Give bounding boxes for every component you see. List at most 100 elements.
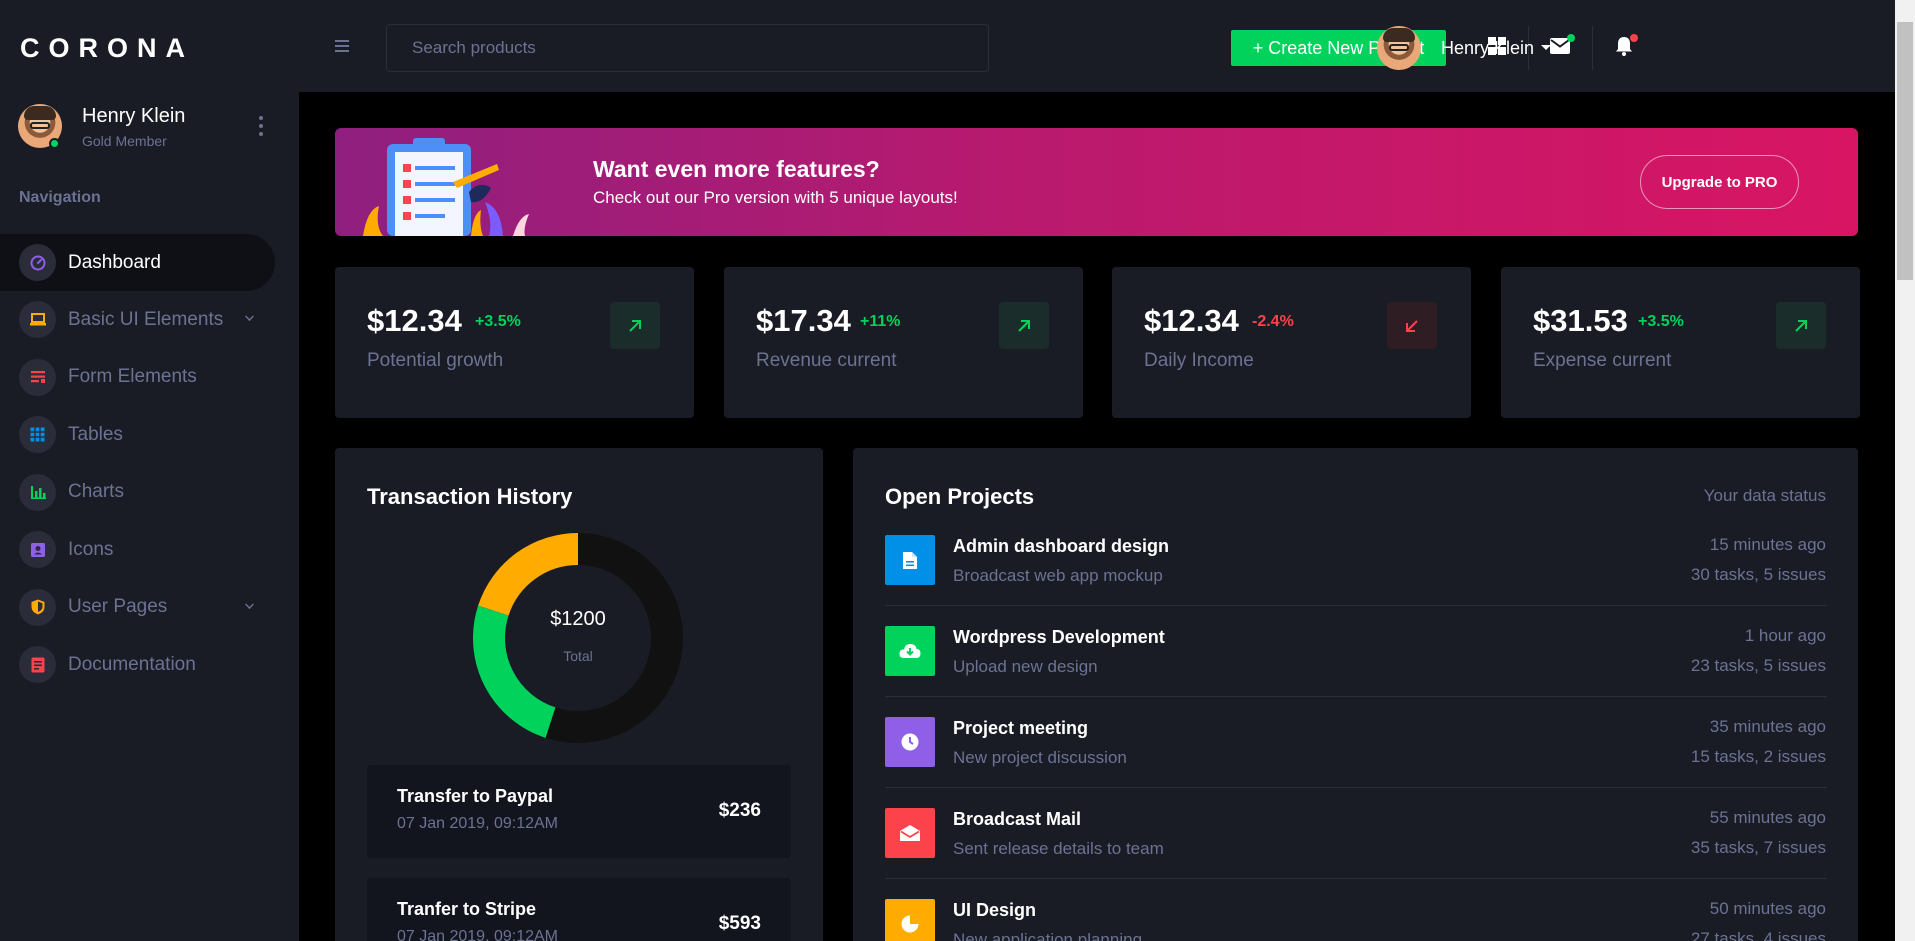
clipboard-illustration [353,130,533,236]
project-title[interactable]: Project meeting [953,718,1088,739]
stat-card: $31.53 +3.5% Expense current [1501,267,1860,418]
stat-card: $17.34 +11% Revenue current [724,267,1083,418]
project-tasks: 23 tasks, 5 issues [1690,656,1826,675]
transaction-amount: $593 [718,913,761,934]
navbar-username[interactable]: Henry Klein [1441,38,1534,59]
chevron-down-icon[interactable] [245,599,254,609]
sidebar-item-tables[interactable]: Tables [0,406,299,464]
stat-change: +3.5% [475,313,521,330]
sidebar-nav: Dashboard Basic UI Elements Form Element… [0,234,299,694]
divider [885,605,1827,606]
project-tasks: 15 tasks, 2 issues [1690,747,1826,766]
divider [885,787,1827,788]
transaction-title: Transfer to Paypal [397,786,554,806]
stat-card: $12.34 -2.4% Daily Income [1112,267,1471,418]
project-tasks: 30 tasks, 5 issues [1690,565,1826,584]
stat-label: Revenue current [756,350,897,371]
project-tasks: 35 tasks, 7 issues [1690,838,1826,857]
more-vertical-icon[interactable] [258,116,264,136]
sidebar-item-user-pages[interactable]: User Pages [0,579,299,637]
stat-card: $12.34 +3.5% Potential growth [335,267,694,418]
arrow-bottom-left-icon [1387,302,1437,349]
sidebar-item-label: Tables [68,423,123,445]
nav-heading: Navigation [19,189,101,206]
chevron-down-icon[interactable] [245,312,254,321]
transaction-amount: $236 [718,800,761,821]
search-input[interactable] [386,24,989,72]
data-status-label: Your data status [1703,486,1826,505]
cloud-download-icon [885,626,935,676]
stat-value: $17.34 [756,303,851,338]
project-title[interactable]: UI Design [953,900,1036,921]
list-icon [19,358,56,396]
menu-toggle-icon[interactable] [335,40,349,52]
stat-value: $12.34 [1144,303,1239,338]
project-title[interactable]: Admin dashboard design [953,536,1169,557]
sidebar-item-label: Icons [68,538,114,560]
laptop-icon [19,301,56,339]
stat-label: Potential growth [367,350,504,371]
sidebar-item-label: Dashboard [68,251,161,273]
sidebar-item-form-elements[interactable]: Form Elements [0,349,299,407]
transaction-donut-chart [473,533,683,743]
sidebar-item-charts[interactable]: Charts [0,464,299,522]
top-navbar: + Create New Project Henry Klein [299,0,1895,92]
scrollbar-thumb[interactable] [1897,22,1913,280]
chart-pie-icon [885,899,935,941]
online-status-dot [49,138,60,149]
project-tasks: 27 tasks, 4 issues [1690,929,1826,941]
sidebar-item-dashboard[interactable]: Dashboard [0,234,275,291]
stat-label: Daily Income [1144,350,1254,371]
arrow-top-right-icon [610,302,660,349]
stat-value: $31.53 [1533,303,1628,338]
donut-slice [545,533,683,743]
notification-badge-dot [1630,34,1638,42]
project-time: 15 minutes ago [1709,535,1826,554]
donut-total-value: $1200 [550,608,606,630]
divider [1592,26,1593,70]
stat-change: +11% [860,313,901,330]
arrow-top-right-icon [999,302,1049,349]
caret-down-icon[interactable] [1541,45,1551,50]
speedometer-icon [19,244,56,281]
donut-slice [478,533,579,616]
brand-logo[interactable]: CORONA [20,33,194,64]
security-icon [19,588,56,626]
project-time: 35 minutes ago [1709,717,1826,736]
promo-banner: Want even more features? Check out our P… [335,128,1858,236]
arrow-top-right-icon [1776,302,1826,349]
banner-subtitle: Check out our Pro version with 5 unique … [593,188,958,207]
sidebar-profile: Henry Klein Gold Member [18,104,280,152]
project-time: 50 minutes ago [1709,899,1826,918]
transaction-row[interactable]: Tranfer to Stripe 07 Jan 2019, 09:12AM $… [367,878,791,941]
transaction-title: Tranfer to Stripe [397,899,537,919]
sidebar-item-label: Documentation [68,653,196,675]
sidebar-item-basic-ui[interactable]: Basic UI Elements [0,291,299,349]
sidebar-item-label: Form Elements [68,366,197,388]
table-icon [19,416,56,454]
bell-icon[interactable] [1610,32,1638,60]
clock-icon [885,717,935,767]
file-document-icon [19,646,56,684]
project-subtitle: New project discussion [953,748,1127,767]
project-time: 55 minutes ago [1709,808,1826,827]
card-title: Open Projects [885,484,1035,509]
project-subtitle: Upload new design [953,657,1098,676]
card-title: Transaction History [367,484,573,509]
chart-bar-icon [19,473,56,511]
project-title[interactable]: Broadcast Mail [953,809,1081,830]
profile-name: Henry Klein [82,105,186,127]
avatar[interactable] [1377,26,1421,70]
divider [885,878,1827,879]
profile-role: Gold Member [82,133,167,149]
donut-total-label: Total [563,648,593,664]
transaction-row[interactable]: Transfer to Paypal 07 Jan 2019, 09:12AM … [367,765,791,858]
project-subtitle: Sent release details to team [953,839,1164,858]
project-subtitle: New application planning [953,930,1143,941]
upgrade-button[interactable]: Upgrade to PRO [1640,155,1799,209]
email-badge-dot [1567,34,1575,42]
sidebar-item-documentation[interactable]: Documentation [0,636,299,694]
banner-title: Want even more features? [593,156,880,182]
project-title[interactable]: Wordpress Development [953,627,1165,648]
sidebar-item-icons[interactable]: Icons [0,521,299,579]
